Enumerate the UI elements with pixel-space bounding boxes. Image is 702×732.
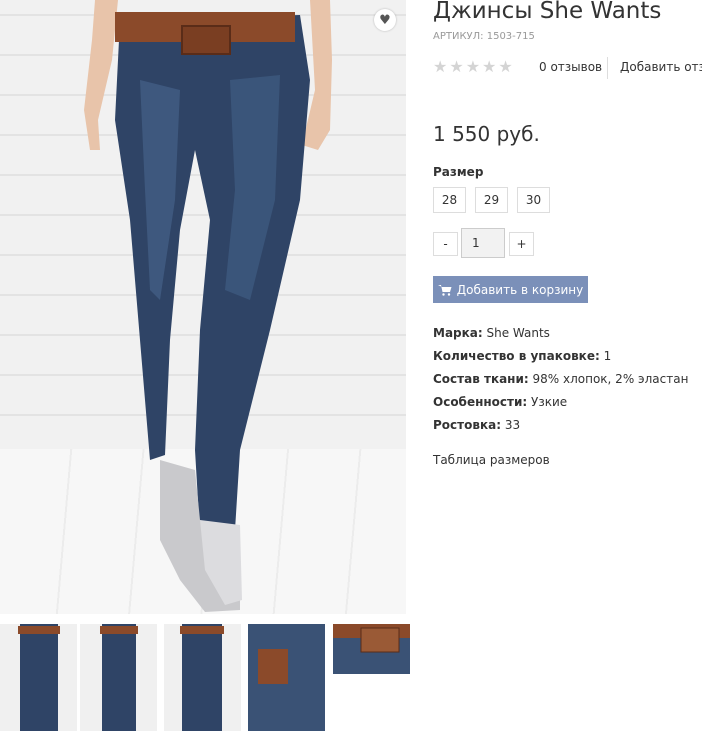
star-icon[interactable]: ★ — [433, 59, 447, 75]
attribute-key: Количество в упаковке: — [433, 349, 600, 363]
favorite-heart-icon[interactable]: ♥ — [374, 9, 396, 31]
add-to-cart-label: Добавить в корзину — [456, 282, 584, 297]
product-price: 1 550 руб. — [433, 122, 540, 146]
attribute-fabric: Состав ткани: 98% хлопок, 2% эластан — [433, 372, 688, 395]
add-to-cart-button[interactable]: Добавить в корзину — [433, 276, 588, 303]
attribute-value: She Wants — [486, 326, 550, 340]
product-title: Джинсы She Wants — [433, 0, 662, 24]
size-table-link[interactable]: Таблица размеров — [433, 453, 550, 467]
attribute-value: 33 — [504, 418, 521, 432]
rating-stars[interactable]: ★ ★ ★ ★ ★ — [433, 59, 513, 75]
quantity-input[interactable] — [461, 228, 505, 258]
attribute-brand: Марка: She Wants — [433, 326, 688, 349]
attribute-key: Особенности: — [433, 395, 528, 409]
add-review-link[interactable]: Добавить отзыв — [620, 60, 702, 74]
thumbnail-4[interactable] — [248, 624, 325, 731]
thumbnail-3[interactable] — [164, 624, 241, 731]
size-label: Размер — [433, 165, 484, 179]
shopping-cart-icon — [437, 284, 452, 296]
star-icon[interactable]: ★ — [482, 59, 496, 75]
star-icon[interactable]: ★ — [449, 59, 463, 75]
size-option-29[interactable]: 29 — [475, 187, 508, 213]
divider — [607, 57, 608, 79]
thumbnail-5[interactable] — [333, 624, 410, 674]
size-option-30[interactable]: 30 — [517, 187, 550, 213]
product-sku: АРТИКУЛ: 1503-715 — [433, 31, 535, 42]
attribute-pack-quantity: Количество в упаковке: 1 — [433, 349, 688, 372]
reviews-count-link[interactable]: 0 отзывов — [539, 60, 602, 74]
attribute-value: 98% хлопок, 2% эластан — [532, 372, 689, 386]
quantity-minus-button[interactable]: - — [433, 232, 458, 256]
attribute-size-run: Ростовка: 33 — [433, 418, 688, 441]
attribute-value: Узкие — [531, 395, 568, 409]
star-icon[interactable]: ★ — [498, 59, 512, 75]
attribute-features: Особенности: Узкие — [433, 395, 688, 418]
attribute-key: Ростовка: — [433, 418, 501, 432]
thumbnail-1[interactable] — [0, 624, 77, 731]
attribute-value: 1 — [603, 349, 612, 363]
star-icon[interactable]: ★ — [466, 59, 480, 75]
attribute-key: Состав ткани: — [433, 372, 529, 386]
main-product-photo[interactable]: ♥ — [0, 0, 406, 614]
thumbnail-2[interactable] — [80, 624, 157, 731]
jeans-illustration — [84, 0, 332, 612]
attribute-key: Марка: — [433, 326, 483, 340]
size-option-28[interactable]: 28 — [433, 187, 466, 213]
quantity-plus-button[interactable]: + — [509, 232, 534, 256]
product-attributes: Марка: She Wants Количество в упаковке: … — [433, 326, 688, 441]
